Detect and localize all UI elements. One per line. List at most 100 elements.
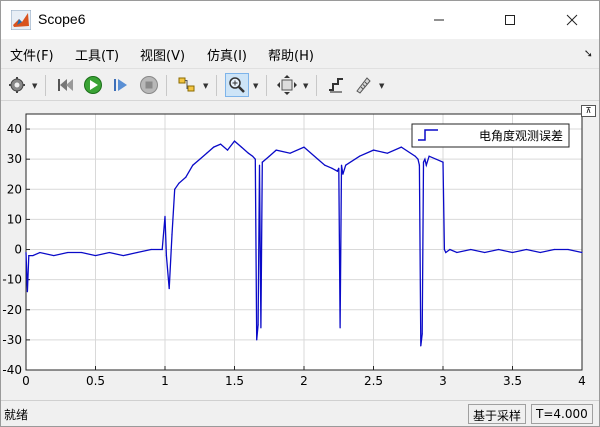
data-point [525,248,528,251]
settings-button[interactable] [5,73,29,97]
data-point [220,143,222,145]
data-point [164,215,166,217]
run-icon [84,76,102,94]
maximize-icon [505,15,515,25]
step-forward-button[interactable] [109,73,133,97]
status-ready: 就绪 [4,408,29,422]
data-point [260,327,262,329]
data-point [53,254,55,257]
dock-arrow-icon[interactable]: ➘ [584,47,593,60]
toolbar-separator [166,75,167,96]
data-point [256,339,258,341]
data-point [417,158,419,160]
data-point [484,251,486,254]
data-point [498,248,500,251]
data-point [336,170,338,172]
zoom-in-button[interactable] [225,73,249,97]
fit-dropdown-icon[interactable]: ▼ [303,82,308,90]
data-point [553,248,555,251]
scope-chart[interactable]: 0 0.5 1 1.5 2 2.5 3 3.5 4 40 30 20 10 0 -10 -20 -30 -40 电角… [1,102,599,398]
toolbar-separator [266,75,267,96]
x-tick-label: 2.5 [364,374,383,388]
print-icon [58,79,73,91]
x-tick-label: 4 [578,374,586,388]
data-point [26,291,28,293]
status-bar: 就绪 基于采样 T=4.000 [1,400,599,426]
measure-button[interactable] [351,73,375,97]
style-button[interactable] [324,73,348,97]
data-point [251,155,254,157]
data-point [81,251,83,254]
x-tick-label: 2 [300,374,308,388]
highlight-block-icon [178,77,195,92]
data-point [435,158,437,160]
y-tick-label: -30 [2,333,22,347]
sample-mode-badge: 基于采样 [468,404,527,424]
data-point [339,327,341,329]
data-point [421,333,423,335]
data-point [324,164,326,166]
data-point [567,248,569,251]
menu-view[interactable]: 视图(V) [140,45,185,64]
data-point [240,146,243,148]
data-point [192,164,194,166]
minimize-button[interactable] [416,1,462,39]
time-readout: T=4.000 [531,404,593,424]
plot-area: 0 0.5 1 1.5 2 2.5 3 3.5 4 40 30 20 10 0 -10 -20 -30 -40 电角… [1,102,599,398]
title-bar[interactable]: Scope6 [1,1,599,39]
data-point [94,254,97,257]
data-point [289,152,291,154]
expand-legend-icon[interactable]: ⊼ [581,105,596,117]
data-point [428,155,430,157]
data-point [449,248,451,251]
data-point [178,182,180,184]
legend-entry: 电角度观测误差 [479,128,563,143]
menu-help[interactable]: 帮助(H) [268,45,314,64]
data-point [25,251,27,254]
data-point [233,140,236,142]
data-point [226,149,229,151]
toolbar-separator [45,75,46,96]
data-point [414,155,416,157]
close-button[interactable] [549,1,595,39]
measure-dropdown-icon[interactable]: ▼ [379,82,384,90]
toolbar: ▼ ▼ ▼ ▼ ▼ [1,68,599,101]
data-point [581,251,583,254]
data-point [420,345,422,347]
run-button[interactable] [81,73,105,97]
data-point [400,146,402,148]
settings-dropdown-icon[interactable]: ▼ [32,82,37,90]
highlight-dropdown-icon[interactable]: ▼ [203,82,208,90]
x-tick-label: 1.5 [225,374,244,388]
x-tick-label: 0 [22,374,30,388]
data-point [511,251,514,254]
data-point [359,155,361,157]
x-tick-label: 3.5 [503,374,522,388]
data-point [199,158,201,160]
stop-button[interactable] [137,73,161,97]
stop-icon [140,76,158,94]
data-point [539,251,541,254]
menu-simulation[interactable]: 仿真(I) [207,45,247,64]
data-point [470,248,472,251]
data-point [425,164,427,166]
data-point [247,152,249,154]
data-point [443,248,445,251]
highlight-block-button[interactable] [175,73,199,97]
fit-to-view-button[interactable] [275,73,299,97]
data-point [136,251,138,254]
data-point [303,146,305,148]
data-point [174,188,176,190]
maximize-button[interactable] [487,1,533,39]
zoom-dropdown-icon[interactable]: ▼ [253,82,258,90]
menu-file[interactable]: 文件(F) [10,45,54,64]
y-tick-label: 30 [7,152,22,166]
fit-to-view-icon [277,75,297,95]
y-tick-label: -10 [2,273,22,287]
data-point [372,149,375,151]
data-point [275,149,277,151]
menu-tools[interactable]: 工具(T) [75,45,119,64]
y-tick-label: 0 [14,243,22,257]
print-button[interactable] [55,73,79,97]
x-tick-label: 3 [439,374,447,388]
